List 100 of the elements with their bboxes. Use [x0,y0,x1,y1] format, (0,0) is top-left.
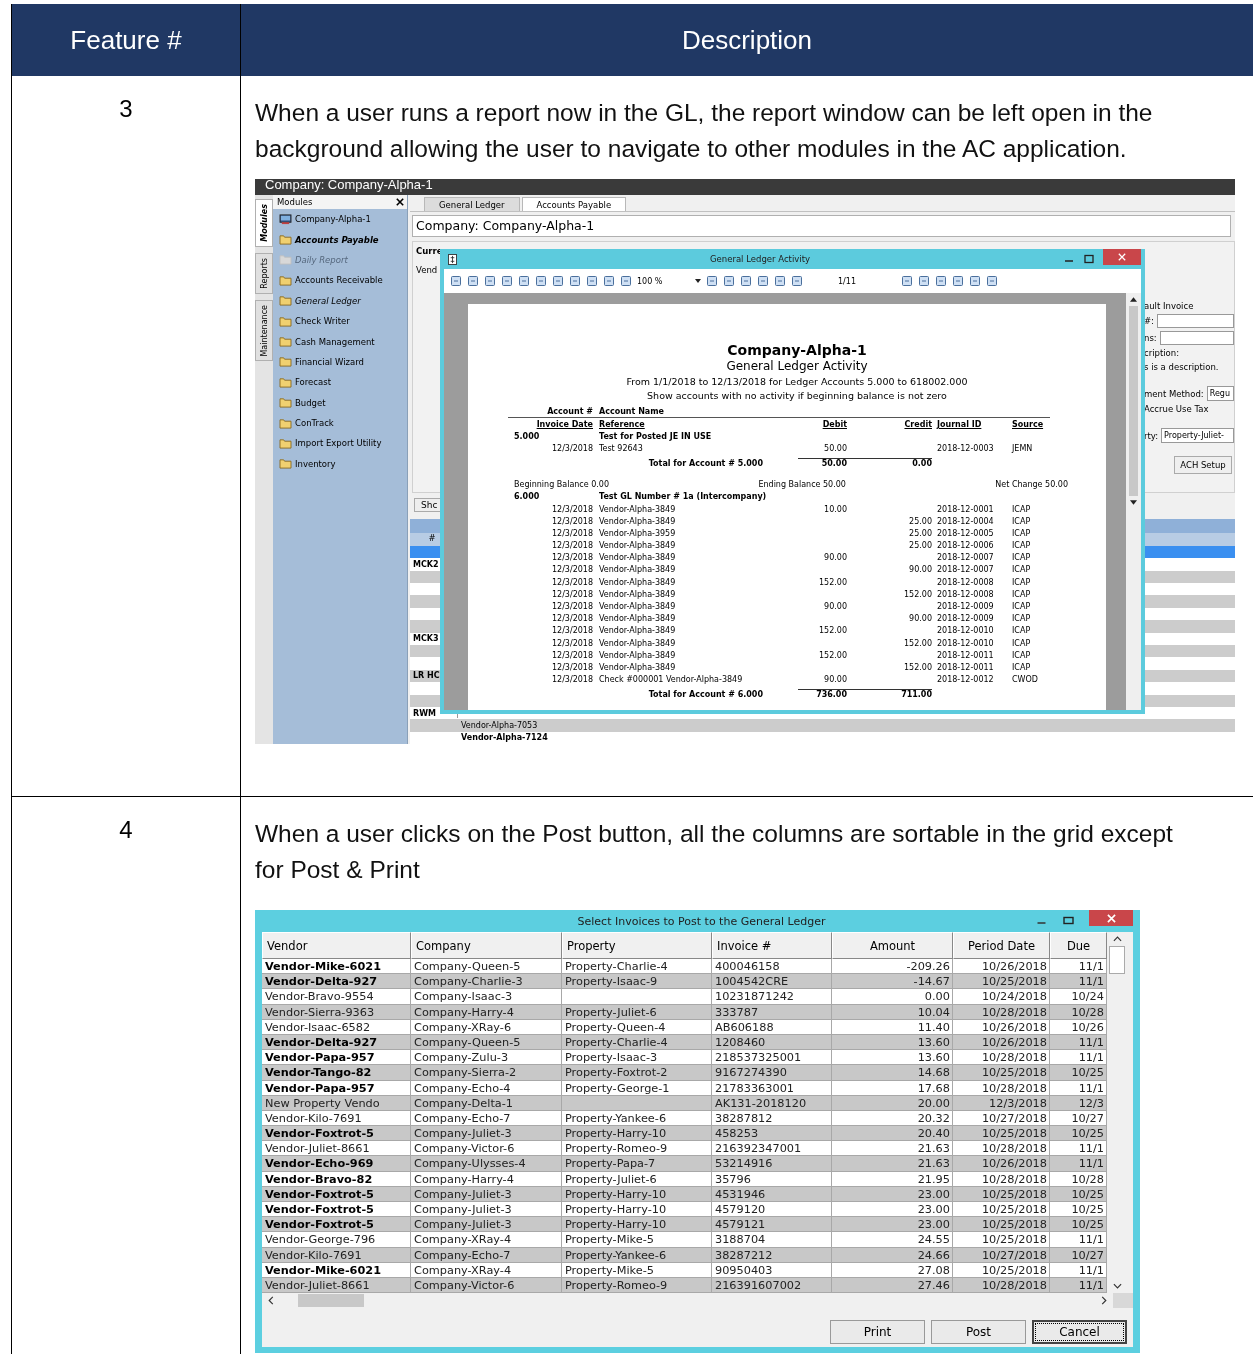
tab[interactable]: General Ledger [424,197,520,211]
column-header[interactable]: Period Date [953,932,1050,959]
toolbar-icon[interactable] [757,275,769,287]
toolbar-icon[interactable] [934,275,947,287]
table-cell: Company-Isaac-3 [411,989,562,1005]
toolbar-icon[interactable] [586,275,598,287]
down-arrow-icon[interactable] [1130,500,1137,505]
close-button[interactable] [1089,910,1133,926]
column-header[interactable]: Amount [832,932,953,959]
toolbar-icon[interactable] [467,275,479,287]
column-header: Account Name [599,406,666,416]
module-item[interactable]: Check Writer [295,316,350,327]
module-item[interactable]: ConTrack [295,418,334,429]
account-number: 5.000 [514,431,541,441]
report-date: 12/3/2018 [551,589,593,599]
module-item[interactable]: Accounts Receivable [295,275,383,286]
report-date: 12/3/2018 [551,553,593,563]
window-title: Select Invoices to Post to the General Ledger [576,914,827,928]
left-chevron-icon[interactable] [268,1296,274,1306]
computer-icon [279,213,292,225]
toolbar-icon[interactable] [535,275,547,287]
toolbar-icon[interactable] [501,275,513,287]
toolbar-icon[interactable] [620,275,632,287]
balance-text: Beginning Balance 0.00 [514,479,610,489]
toolbar-icon[interactable] [450,275,462,287]
report-reference: Vendor-Alpha-3849 [599,577,676,587]
dropdown-field[interactable]: Regu [1206,386,1234,401]
side-tab[interactable]: Maintenance [255,299,273,362]
report-source: JEMN [1012,444,1033,454]
dialog-button[interactable]: Print [830,1320,925,1344]
up-arrow-icon[interactable] [1130,297,1137,302]
table-cell: Property-Mike-5 [562,1232,712,1248]
scrollbar-thumb[interactable] [1129,306,1138,496]
toolbar-icon[interactable] [706,275,718,287]
toolbar-icon[interactable] [552,275,564,287]
folder-icon [279,397,292,409]
module-item[interactable]: Forecast [295,377,331,388]
column-header[interactable]: Company [411,932,562,959]
grid-cell: MCK3 [413,634,439,644]
toolbar-icon[interactable] [791,275,803,287]
total-debit: 736.00 [816,690,847,700]
toolbar-icon[interactable] [985,275,998,287]
input-field[interactable]: Property-Juliet- [1161,428,1234,443]
zoom-dropdown[interactable]: 100 % [637,276,701,286]
toolbar-icon[interactable] [917,275,930,287]
toolbar-icon[interactable] [569,275,581,287]
column-header[interactable]: Property [562,932,712,959]
scrollbar-thumb[interactable] [1109,946,1125,974]
table-cell: Company-Juliet-3 [411,1126,562,1142]
maximize-icon[interactable] [1062,916,1075,926]
module-item[interactable]: Cash Management [295,336,375,347]
report-date: 12/3/2018 [551,504,593,514]
module-item[interactable]: General Ledger [295,295,361,306]
journal-id: 2018-12-0009 [937,614,994,624]
side-tab[interactable]: Modules [255,199,273,247]
module-item[interactable]: Import Export Utility [295,438,382,449]
toolbar-icon[interactable] [968,275,981,287]
scrollbar-thumb[interactable] [298,1294,364,1308]
maximize-icon[interactable] [1083,254,1095,264]
grid-cell: LR HC [413,671,440,681]
toolbar-icon[interactable] [740,275,752,287]
down-chevron-icon[interactable] [1112,1283,1122,1290]
toolbar-icon[interactable] [518,275,530,287]
right-chevron-icon[interactable] [1101,1296,1107,1306]
module-item[interactable]: Financial Wizard [295,356,364,367]
ach-setup-button[interactable]: ACH Setup [1174,456,1232,474]
side-tab[interactable]: Reports [255,252,273,294]
report-date: 12/3/2018 [551,650,593,660]
module-item[interactable]: Company-Alpha-1 [295,214,371,225]
tab[interactable]: Accounts Payable [521,197,627,211]
up-chevron-icon[interactable] [1112,936,1122,942]
grid-row[interactable]: Vendor-Alpha-7053 [410,719,1235,732]
module-item[interactable]: Inventory [295,458,336,469]
dialog-button[interactable]: Post [931,1320,1026,1344]
table-cell: Property-Mike-5 [562,1262,712,1278]
column-header[interactable]: Vendor [262,932,411,959]
folder-icon [279,417,292,429]
toolbar-icon[interactable] [484,275,496,287]
field-label: rty: [1144,430,1159,441]
feature-number: 4 [119,816,133,844]
column-header[interactable]: Due [1050,932,1107,959]
module-item[interactable]: Budget [295,397,326,408]
report-title: Company-Alpha-1 [726,342,868,358]
feature-description: When a user runs a report now in the GL, the report window can be left open in the background allowing the user to navigate to other modules in the AC application. [255,98,1154,164]
table-cell: 11/1 [1050,1156,1107,1172]
account-name: Test GL Number # 1a (Intercompany) [599,492,768,502]
dropdown-field[interactable] [1159,331,1234,345]
toolbar-icon[interactable] [774,275,786,287]
dialog-button[interactable]: Cancel [1032,1320,1127,1344]
scrollbar[interactable] [1126,293,1141,710]
checkbox-label[interactable]: Accrue Use Tax [1144,404,1234,414]
toolbar-icon[interactable] [951,275,964,287]
table-cell: 458253 [712,1126,832,1142]
toolbar-icon[interactable] [723,275,735,287]
input-field[interactable] [1157,314,1234,328]
toolbar-icon[interactable] [603,275,615,287]
module-item[interactable]: Accounts Payable [295,234,379,245]
close-icon[interactable] [396,198,404,206]
column-header[interactable]: Invoice # [712,932,832,959]
toolbar-icon[interactable] [900,275,913,287]
